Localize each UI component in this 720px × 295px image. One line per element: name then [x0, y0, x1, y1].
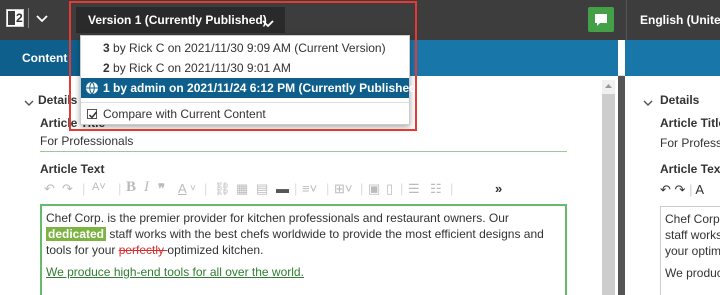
table-icon[interactable]: ⊞˅	[334, 181, 352, 197]
editor-paragraph: Chef Corp. is the premier provider for k…	[46, 210, 561, 258]
version-number: 1	[103, 81, 110, 95]
undo-icon[interactable]: ↶	[44, 181, 55, 197]
editor-text: optimized kitchen.	[167, 243, 264, 257]
compare-label: Compare with Current Content	[103, 107, 266, 121]
align-icon[interactable]: ≡˅	[302, 181, 317, 196]
version-option-2[interactable]: 2 by Rick C on 2021/11/30 9:01 AM	[81, 58, 409, 78]
font-size-icon[interactable]: A	[695, 182, 704, 197]
chevron-down-icon	[261, 13, 275, 28]
italic-icon[interactable]: I	[144, 179, 149, 196]
editor-text: staff works	[665, 228, 720, 242]
toolbar-divider	[626, 0, 627, 40]
editor-paragraph: We produce high-end tools for all over t…	[46, 264, 561, 280]
blockquote-icon[interactable]: ❞	[158, 181, 165, 197]
menu-divider	[81, 102, 409, 103]
editor-toolbar: ↶ ↷ | A˅ | B I ❞ A ˅ | ⛓ ▦ ▤ ▬ | ≡˅ | ⊞˅…	[40, 178, 567, 200]
version-option-1[interactable]: 1 by admin on 2021/11/24 6:12 PM (Curren…	[81, 78, 420, 98]
version-number: 2	[103, 61, 110, 75]
toolbar-divider: |	[294, 181, 298, 196]
chevron-down-icon[interactable]	[643, 97, 653, 107]
article-text-label: Article Text	[660, 162, 720, 176]
language-selector[interactable]: English (United	[640, 0, 720, 40]
layout-half-icon	[8, 11, 15, 25]
globe-icon	[85, 81, 99, 95]
toolbar-divider: |	[82, 181, 86, 196]
more-tools-icon[interactable]: »	[495, 181, 502, 196]
version-selector-label: Version 1 (Currently Published)	[88, 13, 267, 27]
editor-text: Chef Corp. is the premier provider for k…	[46, 211, 509, 225]
article-title-label: Article Title	[660, 116, 720, 130]
toolbar-divider: |	[118, 181, 122, 196]
editor-text: Chef Corp.	[665, 212, 720, 226]
toolbar-divider: |	[450, 181, 454, 196]
image-icon[interactable]: ▦	[236, 181, 248, 197]
toolbar-divider: |	[204, 181, 208, 196]
toolbar-divider: |	[689, 182, 693, 197]
font-size-icon[interactable]: A˅	[92, 181, 106, 193]
version-dropdown-menu: 3 by Rick C on 2021/11/30 9:09 AM (Curre…	[80, 35, 420, 125]
version-description: by Rick C on 2021/11/30 9:01 AM	[109, 61, 291, 75]
paste-text-icon[interactable]: ▯	[386, 181, 393, 197]
checkmark-icon	[88, 111, 98, 119]
editor-toolbar: ↶ ↷ | A	[660, 182, 704, 198]
article-title-value: For Professionals	[660, 136, 720, 150]
media-icon[interactable]: ▤	[256, 181, 268, 197]
comment-button[interactable]	[588, 7, 614, 32]
bold-icon[interactable]: B	[126, 179, 136, 196]
right-tabs-background	[625, 40, 720, 76]
editor-text: We produc	[665, 266, 720, 280]
chevron-down-icon[interactable]	[24, 97, 34, 107]
layout-toggle-button[interactable]: 2	[6, 9, 24, 27]
embed-icon[interactable]: ▬	[276, 181, 289, 196]
tab-content[interactable]: Content	[0, 40, 80, 76]
bullet-list-icon[interactable]: ☰	[408, 181, 420, 197]
redo-icon[interactable]: ↷	[62, 181, 73, 197]
article-text-editor[interactable]: Chef Corp. is the premier provider for k…	[40, 204, 567, 295]
toolbar-divider: |	[360, 181, 364, 196]
redo-icon[interactable]: ↷	[675, 182, 686, 197]
numbered-list-icon[interactable]: ☷	[430, 181, 442, 197]
compare-checkbox[interactable]	[87, 109, 98, 119]
toolbar-divider	[28, 8, 29, 28]
font-color-icon[interactable]: A	[178, 181, 187, 196]
editor-text: your optim	[665, 244, 720, 258]
deleted-text: perfectly	[118, 243, 168, 257]
inserted-text: We produce high-end tools for all over t…	[46, 265, 304, 279]
highlighted-change: dedicated	[46, 227, 107, 241]
toolbar-divider: |	[326, 181, 330, 196]
layout-number: 2	[16, 11, 23, 25]
scrollbar-thumb[interactable]	[602, 94, 615, 295]
comment-icon	[595, 14, 607, 26]
article-title-input[interactable]: For Professionals	[40, 132, 567, 152]
paste-icon[interactable]: ▣	[368, 181, 380, 197]
link-icon[interactable]: ⛓	[214, 181, 231, 197]
toolbar-divider: |	[400, 181, 404, 196]
version-number: 3	[103, 41, 110, 55]
version-description: by Rick C on 2021/11/30 9:09 AM (Current…	[109, 41, 386, 55]
compare-option[interactable]: Compare with Current Content	[81, 104, 409, 124]
right-comparison-panel: Details Article Title For Professionals …	[625, 76, 720, 295]
undo-icon[interactable]: ↶	[660, 182, 671, 197]
article-text-label: Article Text	[40, 162, 105, 176]
layout-chevron-down-icon[interactable]	[34, 9, 50, 27]
version-selector-button[interactable]: Version 1 (Currently Published)	[76, 7, 285, 33]
details-section-header[interactable]: Details	[660, 93, 699, 107]
version-option-3[interactable]: 3 by Rick C on 2021/11/30 9:09 AM (Curre…	[81, 38, 409, 58]
details-section-header[interactable]: Details	[38, 93, 77, 107]
version-description: by admin on 2021/11/24 6:12 PM (Currentl…	[109, 81, 421, 95]
panel-divider[interactable]	[618, 76, 625, 295]
comparison-text-editor: Chef Corp. staff works your optim We pro…	[660, 206, 720, 295]
scroll-up-icon[interactable]	[602, 80, 615, 92]
chevron-down-icon[interactable]: ˅	[190, 183, 196, 194]
